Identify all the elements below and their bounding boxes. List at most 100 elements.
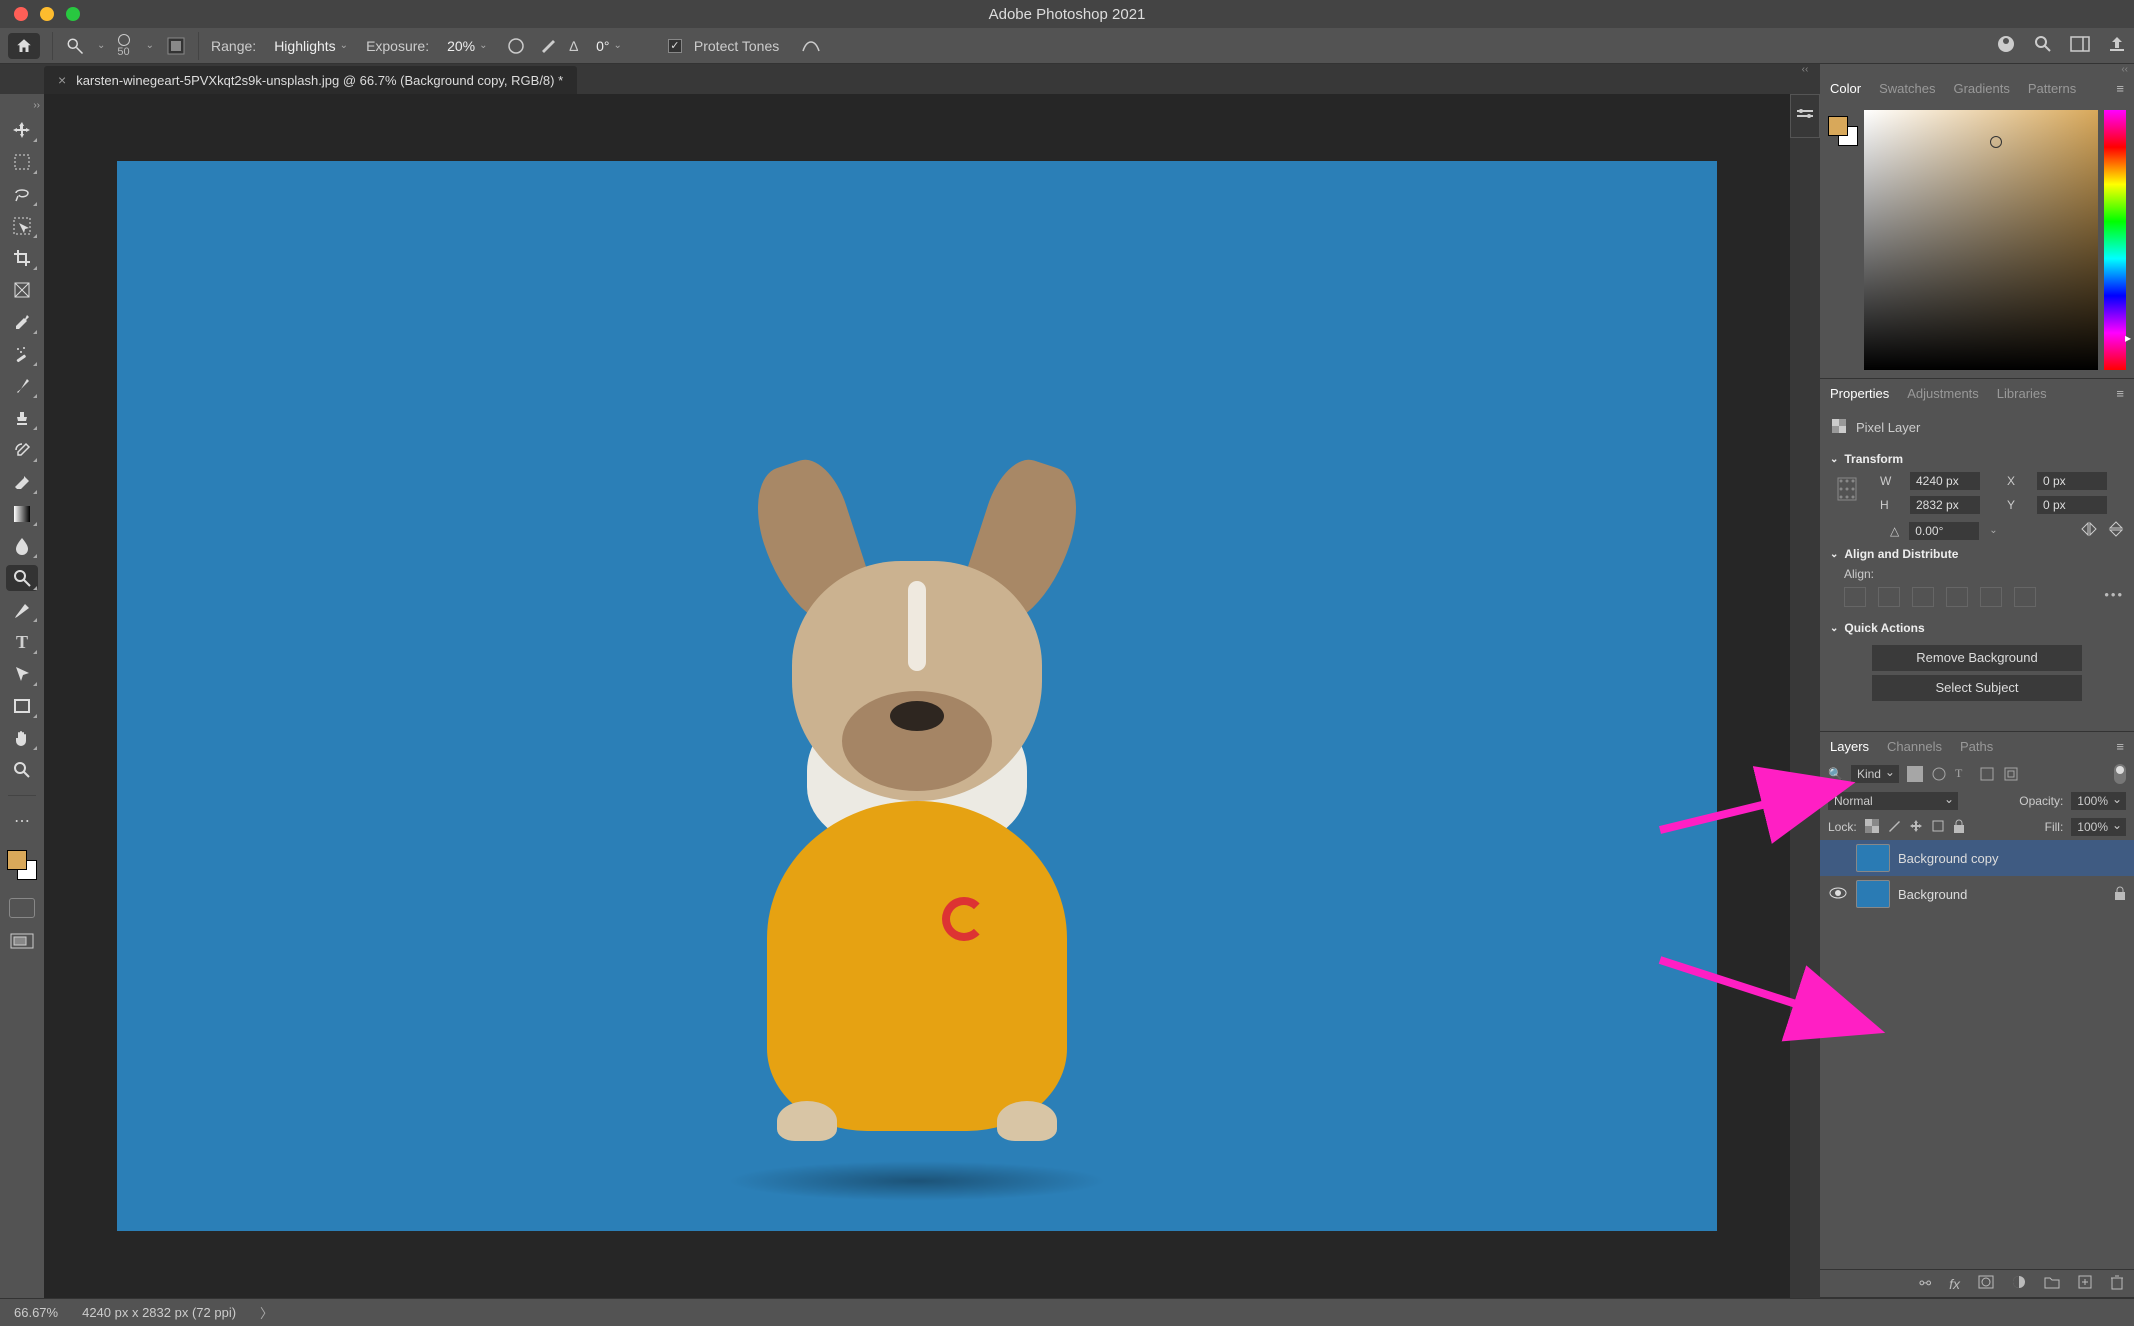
brush-chevron[interactable]: ⌄ (146, 40, 154, 51)
tab-color[interactable]: Color (1830, 81, 1861, 96)
eraser-tool[interactable] (6, 469, 38, 495)
tab-patterns[interactable]: Patterns (2028, 81, 2076, 96)
object-select-tool[interactable] (6, 213, 38, 239)
blend-mode-select[interactable]: Normal (1828, 792, 1958, 810)
layers-panel-menu-icon[interactable]: ≡ (2116, 739, 2124, 754)
filter-toggle[interactable] (2114, 764, 2126, 784)
foreground-color-swatch[interactable] (7, 850, 27, 870)
tool-preset-chevron[interactable]: ⌄ (97, 40, 105, 51)
home-button[interactable] (8, 33, 40, 59)
layer-mask-icon[interactable] (1978, 1275, 1994, 1292)
rotation-input[interactable]: 0.00° (1909, 522, 1979, 540)
width-input[interactable]: 4240 px (1910, 472, 1980, 490)
blur-tool[interactable] (6, 533, 38, 559)
color-panel-menu-icon[interactable]: ≡ (2116, 81, 2124, 96)
link-layers-icon[interactable]: ⚯ (1919, 1275, 1931, 1292)
header-search-icon[interactable] (2034, 35, 2052, 56)
properties-panel-menu-icon[interactable]: ≡ (2116, 386, 2124, 401)
filter-smart-icon[interactable] (2003, 766, 2019, 782)
document-tab[interactable]: × karsten-winegeart-5PVXkqt2s9k-unsplash… (44, 66, 577, 94)
reference-point-icon[interactable] (1836, 472, 1858, 541)
quick-actions-header[interactable]: ⌄Quick Actions (1830, 615, 2124, 641)
rectangle-tool[interactable] (6, 693, 38, 719)
lasso-tool[interactable] (6, 181, 38, 207)
lock-transparency-icon[interactable] (1865, 819, 1879, 836)
lock-all-icon[interactable] (1953, 819, 1965, 836)
zoom-tool[interactable] (6, 757, 38, 783)
transform-section-header[interactable]: ⌄Transform (1830, 446, 2124, 472)
align-hcenter-icon[interactable] (1878, 587, 1900, 607)
height-input[interactable]: 2832 px (1910, 496, 1980, 514)
protect-tones-checkbox[interactable]: ✓ (668, 39, 682, 53)
maximize-window[interactable] (66, 7, 80, 21)
frame-tool[interactable] (6, 277, 38, 303)
layer-name[interactable]: Background copy (1898, 851, 1998, 866)
opacity-input[interactable]: 100% (2071, 792, 2126, 810)
airbrush-icon[interactable] (538, 36, 558, 56)
tab-channels[interactable]: Channels (1887, 739, 1942, 754)
hand-tool[interactable] (6, 725, 38, 751)
remove-background-button[interactable]: Remove Background (1872, 645, 2082, 671)
healing-brush-tool[interactable] (6, 341, 38, 367)
toolbar-collapse-icon[interactable]: ›› (33, 100, 40, 111)
delete-layer-icon[interactable] (2110, 1274, 2124, 1293)
layer-row[interactable]: Background (1820, 876, 2134, 912)
stamp-tool[interactable] (6, 405, 38, 431)
align-right-icon[interactable] (1912, 587, 1934, 607)
layer-thumbnail[interactable] (1856, 844, 1890, 872)
range-select[interactable]: Highlights ⌄ (268, 36, 354, 56)
flip-horizontal-icon[interactable] (2080, 521, 2098, 540)
quick-mask-toggle[interactable] (9, 898, 35, 918)
marquee-tool[interactable] (6, 149, 38, 175)
collapsed-panel-group[interactable] (1790, 94, 1820, 138)
color-field[interactable] (1864, 110, 2098, 370)
filter-kind-select[interactable]: Kind (1851, 765, 1899, 783)
tab-properties[interactable]: Properties (1830, 386, 1889, 401)
layer-style-icon[interactable]: fx (1949, 1276, 1960, 1292)
close-tab-icon[interactable]: × (58, 72, 66, 88)
align-vcenter-icon[interactable] (1980, 587, 2002, 607)
align-top-icon[interactable] (1946, 587, 1968, 607)
dodge-tool[interactable] (6, 565, 38, 591)
filter-shape-icon[interactable] (1979, 766, 1995, 782)
eyedropper-tool[interactable] (6, 309, 38, 335)
edit-toolbar-icon[interactable]: ⋯ (6, 808, 38, 834)
tab-libraries[interactable]: Libraries (1997, 386, 2047, 401)
workspace-icon[interactable] (2070, 36, 2090, 55)
x-input[interactable]: 0 px (2037, 472, 2107, 490)
angle-input[interactable]: 0° ⌄ (590, 36, 628, 56)
brush-tool[interactable] (6, 373, 38, 399)
lock-position-icon[interactable] (1909, 819, 1923, 836)
layer-name[interactable]: Background (1898, 887, 1967, 902)
layer-thumbnail[interactable] (1856, 880, 1890, 908)
lock-image-icon[interactable] (1887, 819, 1901, 836)
fill-input[interactable]: 100% (2071, 818, 2126, 836)
canvas[interactable] (44, 94, 1790, 1298)
path-select-tool[interactable] (6, 661, 38, 687)
align-bottom-icon[interactable] (2014, 587, 2036, 607)
filter-adjust-icon[interactable] (1931, 766, 1947, 782)
layer-row[interactable]: Background copy (1820, 840, 2134, 876)
visibility-toggle[interactable] (1828, 887, 1848, 902)
pressure-size-icon[interactable] (801, 36, 821, 56)
close-window[interactable] (14, 7, 28, 21)
brush-settings-icon[interactable] (166, 36, 186, 56)
color-panel-swatches[interactable] (1828, 116, 1858, 146)
new-layer-icon[interactable] (2078, 1275, 2092, 1292)
exposure-select[interactable]: 20% ⌄ (441, 36, 493, 56)
tab-swatches[interactable]: Swatches (1879, 81, 1935, 96)
zoom-level[interactable]: 66.67% (14, 1305, 58, 1320)
align-more-icon[interactable]: ••• (2104, 587, 2124, 607)
align-section-header[interactable]: ⌄Align and Distribute (1830, 541, 2124, 567)
screen-mode-toggle[interactable] (9, 932, 35, 952)
crop-tool[interactable] (6, 245, 38, 271)
color-swatches[interactable] (7, 850, 37, 880)
lock-artboard-icon[interactable] (1931, 819, 1945, 836)
type-tool[interactable]: T (6, 629, 38, 655)
tab-adjustments[interactable]: Adjustments (1907, 386, 1979, 401)
doc-info-menu-icon[interactable]: 〉 (260, 1303, 273, 1322)
gradient-tool[interactable] (6, 501, 38, 527)
move-tool[interactable] (6, 117, 38, 143)
group-icon[interactable] (2044, 1275, 2060, 1292)
select-subject-button[interactable]: Select Subject (1872, 675, 2082, 701)
